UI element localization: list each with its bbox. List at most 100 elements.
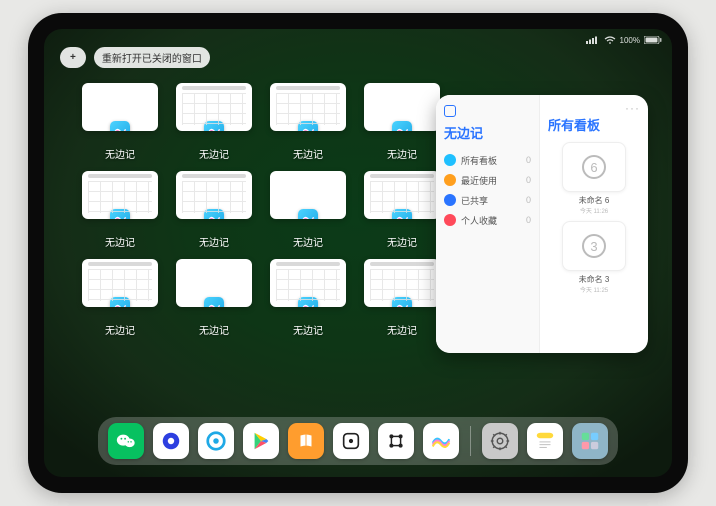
card-thumb bbox=[364, 171, 440, 219]
reopen-closed-window-button[interactable]: 重新打开已关闭的窗口 bbox=[94, 47, 210, 68]
switcher-card-1[interactable]: 无边记 bbox=[174, 83, 254, 161]
card-label: 无边记 bbox=[105, 234, 135, 249]
board-1[interactable]: 3 未命名 3今天 11:25 bbox=[558, 221, 630, 294]
more-icon[interactable]: ··· bbox=[625, 101, 640, 115]
freeform-app-icon bbox=[204, 209, 224, 219]
switcher-card-11[interactable]: 无边记 bbox=[362, 259, 442, 337]
card-thumb bbox=[364, 83, 440, 131]
wifi-icon bbox=[604, 36, 616, 45]
status-bar: 100% bbox=[44, 33, 672, 47]
preview-main: ··· 所有看板 6 未命名 6今天 11:26 3 未命名 3今天 11:25 bbox=[540, 95, 648, 353]
board-subtitle: 今天 11:25 bbox=[580, 285, 608, 294]
dock-settings-icon[interactable] bbox=[482, 423, 518, 459]
freeform-app-icon bbox=[110, 209, 130, 219]
card-label: 无边记 bbox=[387, 234, 417, 249]
freeform-app-icon bbox=[298, 209, 318, 219]
board-0[interactable]: 6 未命名 6今天 11:26 bbox=[558, 142, 630, 215]
battery-icon bbox=[644, 36, 662, 44]
card-label: 无边记 bbox=[105, 146, 135, 161]
dock-freeform-icon[interactable] bbox=[423, 423, 459, 459]
switcher-card-10[interactable]: 无边记 bbox=[268, 259, 348, 337]
category-icon bbox=[444, 154, 456, 166]
item-count: 0 bbox=[526, 175, 531, 185]
screen: 100% + 重新打开已关闭的窗口 无边记无边记无边记无边记无边记无边记无边记无… bbox=[44, 29, 672, 477]
card-thumb bbox=[82, 83, 158, 131]
preview-window[interactable]: 无边记 所有看板0最近使用0已共享0个人收藏0 ··· 所有看板 6未命名 6今… bbox=[436, 95, 648, 353]
board-title: 未命名 6 bbox=[579, 195, 610, 206]
dock-grid-icon[interactable] bbox=[378, 423, 414, 459]
main-title: 所有看板 bbox=[548, 115, 640, 134]
freeform-app-icon bbox=[110, 297, 130, 307]
category-icon bbox=[444, 174, 456, 186]
sidebar-item-3[interactable]: 个人收藏 0 bbox=[444, 210, 531, 230]
battery-pct: 100% bbox=[620, 36, 640, 45]
signal-icon bbox=[586, 36, 600, 44]
topbar: + 重新打开已关闭的窗口 bbox=[60, 47, 210, 68]
sidebar-item-0[interactable]: 所有看板 0 bbox=[444, 150, 531, 170]
dock bbox=[98, 417, 618, 465]
dock-qqbrowser-icon[interactable] bbox=[198, 423, 234, 459]
card-label: 无边记 bbox=[387, 146, 417, 161]
card-label: 无边记 bbox=[293, 146, 323, 161]
item-label: 个人收藏 bbox=[461, 214, 497, 227]
item-count: 0 bbox=[526, 215, 531, 225]
switcher-card-9[interactable]: 无边记 bbox=[174, 259, 254, 337]
dock-books-icon[interactable] bbox=[288, 423, 324, 459]
svg-text:6: 6 bbox=[590, 160, 597, 175]
switcher-card-5[interactable]: 无边记 bbox=[174, 171, 254, 249]
new-window-button[interactable]: + bbox=[60, 47, 86, 68]
switcher-card-7[interactable]: 无边记 bbox=[362, 171, 442, 249]
card-label: 无边记 bbox=[199, 234, 229, 249]
switcher-card-3[interactable]: 无边记 bbox=[362, 83, 442, 161]
card-thumb bbox=[82, 259, 158, 307]
sidebar-title: 无边记 bbox=[444, 123, 531, 142]
card-thumb bbox=[176, 171, 252, 219]
dock-wechat-icon[interactable] bbox=[108, 423, 144, 459]
switcher-card-2[interactable]: 无边记 bbox=[268, 83, 348, 161]
card-thumb bbox=[270, 83, 346, 131]
switcher-card-4[interactable]: 无边记 bbox=[80, 171, 160, 249]
card-thumb bbox=[270, 259, 346, 307]
board-title: 未命名 3 bbox=[579, 274, 610, 285]
dock-app-library-icon[interactable] bbox=[572, 423, 608, 459]
card-thumb bbox=[270, 171, 346, 219]
svg-text:3: 3 bbox=[590, 239, 597, 254]
card-label: 无边记 bbox=[293, 234, 323, 249]
card-thumb bbox=[176, 83, 252, 131]
category-icon bbox=[444, 194, 456, 206]
item-count: 0 bbox=[526, 155, 531, 165]
freeform-app-icon bbox=[298, 121, 318, 131]
sidebar-item-1[interactable]: 最近使用 0 bbox=[444, 170, 531, 190]
dock-play-icon[interactable] bbox=[243, 423, 279, 459]
item-label: 所有看板 bbox=[461, 154, 497, 167]
dock-separator bbox=[470, 426, 471, 456]
board-thumb: 3 bbox=[562, 221, 626, 271]
item-label: 已共享 bbox=[461, 194, 488, 207]
freeform-app-icon bbox=[110, 121, 130, 131]
board-subtitle: 今天 11:26 bbox=[580, 206, 608, 215]
freeform-app-icon bbox=[298, 297, 318, 307]
card-label: 无边记 bbox=[105, 322, 135, 337]
preview-sidebar: 无边记 所有看板 0 最近使用 0 已共享 0 个人收藏 0 bbox=[436, 95, 540, 353]
freeform-app-icon bbox=[392, 121, 412, 131]
freeform-app-icon bbox=[204, 297, 224, 307]
board-thumb: 6 bbox=[562, 142, 626, 192]
ipad-frame: 100% + 重新打开已关闭的窗口 无边记无边记无边记无边记无边记无边记无边记无… bbox=[28, 13, 688, 493]
sidebar-item-2[interactable]: 已共享 0 bbox=[444, 190, 531, 210]
freeform-app-icon bbox=[204, 121, 224, 131]
switcher-card-6[interactable]: 无边记 bbox=[268, 171, 348, 249]
card-label: 无边记 bbox=[199, 322, 229, 337]
dock-quark-icon[interactable] bbox=[153, 423, 189, 459]
app-switcher-grid: 无边记无边记无边记无边记无边记无边记无边记无边记无边记无边记无边记无边记 bbox=[80, 83, 440, 337]
freeform-app-icon bbox=[392, 209, 412, 219]
item-count: 0 bbox=[526, 195, 531, 205]
dock-dice-icon[interactable] bbox=[333, 423, 369, 459]
category-icon bbox=[444, 214, 456, 226]
item-label: 最近使用 bbox=[461, 174, 497, 187]
dock-notes-icon[interactable] bbox=[527, 423, 563, 459]
switcher-card-8[interactable]: 无边记 bbox=[80, 259, 160, 337]
switcher-card-0[interactable]: 无边记 bbox=[80, 83, 160, 161]
freeform-app-icon bbox=[392, 297, 412, 307]
card-thumb bbox=[176, 259, 252, 307]
card-thumb bbox=[364, 259, 440, 307]
